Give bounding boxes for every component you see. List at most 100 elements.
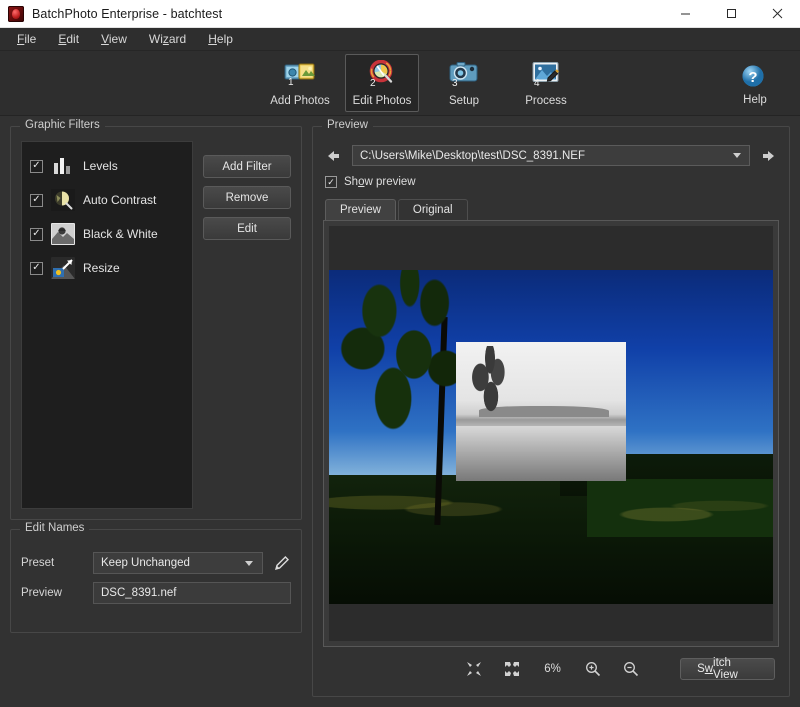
pencil-icon[interactable]	[273, 554, 291, 572]
arrow-left-icon[interactable]	[323, 146, 343, 166]
list-item[interactable]: ✓ Resize	[22, 251, 192, 285]
list-item[interactable]: ✓ Black & White	[22, 217, 192, 251]
remove-filter-button[interactable]: Remove	[203, 186, 291, 209]
resize-icon	[51, 257, 75, 279]
toolbar-label-add-photos: Add Photos	[270, 94, 330, 107]
preset-label: Preset	[21, 557, 55, 569]
path-navigation-row: C:\Users\Mike\Desktop\test\DSC_8391.NEF	[323, 145, 779, 166]
fit-to-window-icon[interactable]	[465, 660, 483, 678]
toolbar-button-edit-photos[interactable]: 2 Edit Photos	[345, 54, 419, 112]
toolbar-button-process[interactable]: 4 Process	[509, 54, 583, 112]
menu-item-help[interactable]: Help	[197, 29, 244, 49]
minimize-icon[interactable]	[662, 0, 708, 28]
overlay-grass	[455, 425, 627, 482]
add-filter-button[interactable]: Add Filter	[203, 155, 291, 178]
preset-value: Keep Unchanged	[101, 557, 190, 569]
setup-icon: 3	[447, 60, 481, 92]
edit-names-label: Edit Names	[20, 522, 90, 534]
window-title: BatchPhoto Enterprise - batchtest	[32, 6, 223, 21]
main-toolbar: 1 Add Photos 2 Edit Photos 3 Setup 4 Pro…	[0, 51, 800, 116]
filter-checkbox[interactable]: ✓	[30, 227, 43, 241]
main-content: Graphic Filters ✓ Levels ✓ Auto Contrast…	[0, 116, 800, 707]
toolbar-label-process: Process	[525, 94, 567, 107]
filter-checkbox[interactable]: ✓	[30, 193, 43, 207]
photo-composition	[329, 226, 773, 641]
filter-label: Auto Contrast	[83, 193, 157, 207]
switch-view-button[interactable]: Sw itch View	[680, 657, 776, 681]
preview-canvas-frame	[323, 220, 779, 647]
filter-label: Resize	[83, 261, 120, 275]
preset-dropdown[interactable]: Keep Unchanged	[93, 552, 263, 574]
svg-text:3: 3	[452, 78, 458, 89]
file-path-combo[interactable]: C:\Users\Mike\Desktop\test\DSC_8391.NEF	[352, 145, 750, 166]
menu-item-edit[interactable]: Edit	[47, 29, 90, 49]
preview-image[interactable]	[329, 226, 773, 641]
arrow-right-icon[interactable]	[759, 146, 779, 166]
graphic-filters-panel: Graphic Filters ✓ Levels ✓ Auto Contrast…	[10, 119, 302, 520]
toolbar-button-add-photos[interactable]: 1 Add Photos	[263, 54, 337, 112]
list-item[interactable]: ✓ Auto Contrast	[22, 183, 192, 217]
svg-text:4: 4	[534, 78, 540, 89]
edit-names-panel: Edit Names Preset Keep Unchanged Preview…	[10, 522, 302, 633]
toolbar-button-help[interactable]: ? Help	[724, 55, 786, 113]
menu-item-wizard[interactable]: Wizard	[138, 29, 197, 49]
filter-label: Levels	[83, 159, 118, 173]
menu-bar: File Edit View Wizard Help	[0, 28, 800, 51]
application-window: BatchPhoto Enterprise - batchtest File E…	[0, 0, 800, 707]
toolbar-label-help: Help	[743, 93, 767, 106]
show-preview-row[interactable]: ✓ Show preview	[325, 176, 779, 188]
edit-photos-icon: 2	[365, 59, 399, 92]
show-preview-checkbox[interactable]: ✓	[325, 176, 337, 188]
preset-row: Preset Keep Unchanged	[21, 552, 291, 574]
auto-contrast-icon	[51, 189, 75, 211]
preview-panel: Preview C:\Users\Mike\Desktop\test\DSC_8…	[312, 119, 790, 697]
toolbar-button-setup[interactable]: 3 Setup	[427, 54, 501, 112]
file-path-value: C:\Users\Mike\Desktop\test\DSC_8391.NEF	[360, 149, 585, 162]
show-preview-label: Show preview	[344, 176, 416, 188]
photo-letterbox-top	[329, 226, 773, 270]
batchphoto-logo-icon	[8, 5, 24, 22]
zoom-out-icon[interactable]	[622, 660, 640, 678]
chevron-down-icon	[245, 560, 253, 566]
list-item[interactable]: ✓ Levels	[22, 149, 192, 183]
filter-label: Black & White	[83, 227, 158, 241]
toolbar-label-edit-photos: Edit Photos	[352, 94, 412, 107]
process-icon: 4	[529, 60, 563, 92]
menu-item-file[interactable]: File	[6, 29, 47, 49]
filter-checkbox[interactable]: ✓	[30, 159, 43, 173]
filter-checkbox[interactable]: ✓	[30, 261, 43, 275]
add-photos-icon: 1	[283, 60, 317, 92]
preview-tabs: Preview Original	[325, 199, 779, 220]
toolbar-label-setup: Setup	[448, 94, 480, 107]
graphic-filters-content: ✓ Levels ✓ Auto Contrast ✓ Black & White…	[21, 141, 291, 509]
toolbar-steps: 1 Add Photos 2 Edit Photos 3 Setup 4 Pro…	[217, 54, 583, 112]
tab-preview[interactable]: Preview	[325, 199, 396, 220]
photo-letterbox-bottom	[329, 603, 773, 641]
overlay-tree	[465, 346, 514, 433]
name-preview-field[interactable]: DSC_8391.nef	[93, 582, 291, 604]
expand-icon[interactable]	[503, 660, 521, 678]
preview-label: Preview	[322, 119, 373, 131]
filter-action-buttons: Add Filter Remove Edit	[203, 141, 291, 509]
chevron-down-icon[interactable]	[733, 153, 741, 158]
name-preview-row: Preview DSC_8391.nef	[21, 582, 291, 604]
maximize-icon[interactable]	[708, 0, 754, 28]
zoom-level: 6%	[544, 663, 561, 675]
name-preview-label: Preview	[21, 587, 62, 599]
svg-text:2: 2	[370, 78, 376, 89]
title-bar: BatchPhoto Enterprise - batchtest	[0, 0, 800, 28]
black-and-white-overlay	[455, 342, 627, 482]
zoom-in-icon[interactable]	[585, 660, 603, 678]
levels-icon	[51, 155, 75, 177]
menu-item-view[interactable]: View	[90, 29, 138, 49]
help-icon: ?	[738, 63, 772, 91]
graphic-filters-label: Graphic Filters	[20, 119, 105, 131]
close-icon[interactable]	[754, 0, 800, 28]
svg-text:1: 1	[288, 77, 294, 88]
edit-filter-button[interactable]: Edit	[203, 217, 291, 240]
black-and-white-icon	[51, 223, 75, 245]
right-column: Preview C:\Users\Mike\Desktop\test\DSC_8…	[312, 119, 790, 697]
zoom-toolbar: 6% S w itch View	[323, 652, 779, 686]
tab-original[interactable]: Original	[397, 199, 468, 220]
filter-list[interactable]: ✓ Levels ✓ Auto Contrast ✓ Black & White…	[21, 141, 193, 509]
